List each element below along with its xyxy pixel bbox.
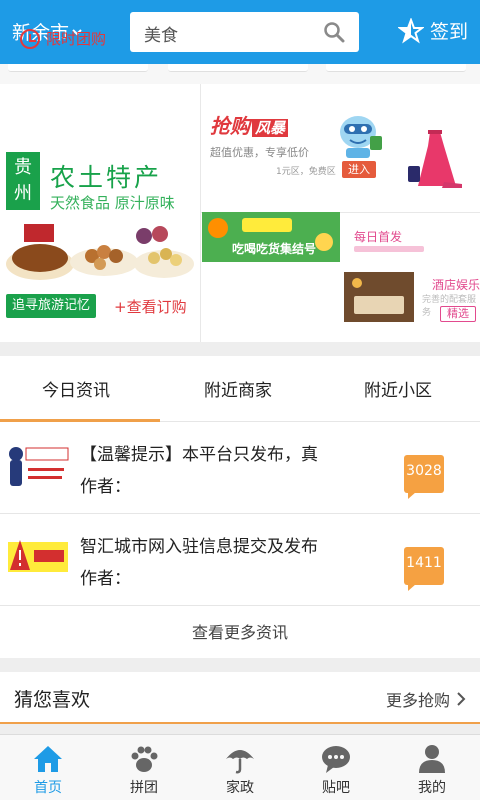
lamp-shape	[352, 278, 362, 288]
nav-label: 我的	[418, 780, 446, 796]
daily-first-label[interactable]: 每日首发	[354, 228, 402, 245]
rush-buy-zone: 1元区，免费区	[276, 167, 336, 177]
eat-gathering-text: 吃喝吃货集结号	[232, 242, 317, 256]
nav-home[interactable]: 首页	[0, 739, 96, 799]
news-row[interactable]: 【温馨提示】本平台只发布，真 作者： 3028	[0, 422, 480, 514]
rush-buy-subtitle: 超值优惠，专享低价	[210, 146, 309, 159]
rush-buy-title: 抢购 风暴	[210, 110, 289, 139]
tab-today-news[interactable]: 今日资讯	[42, 376, 110, 401]
nav-label: 家政	[226, 780, 254, 796]
daily-first-underline	[354, 246, 424, 252]
hotel-entertainment-label[interactable]: 酒店娱乐	[432, 276, 480, 293]
news-author: 作者：	[80, 477, 131, 497]
hotel-room-image[interactable]	[344, 272, 414, 322]
home-icon	[34, 746, 62, 772]
rush-buy-banner[interactable]: 抢购 风暴	[210, 110, 289, 139]
divider	[200, 84, 201, 342]
strip-tab	[8, 64, 148, 72]
paw-icon	[131, 746, 158, 772]
rush-enter-button[interactable]: 进入	[342, 161, 376, 178]
strip-tab	[326, 64, 466, 72]
notice-thumbnail	[6, 530, 70, 590]
news-title: 【温馨提示】本平台只发布，真	[80, 445, 318, 465]
app-screen: 新余市 美食 签到 限时团购 贵州 农土特产 天然食品 原汁原味 追寻旅游记忆 …	[0, 0, 480, 800]
dress-product-image	[408, 130, 462, 188]
mascot-robot-image	[340, 116, 382, 158]
featured-button[interactable]: 精选	[440, 306, 476, 322]
nav-mine[interactable]: 我的	[384, 739, 480, 799]
rush-buy-label: 抢购	[210, 114, 250, 138]
guess-you-like-header: 猜您喜欢 更多抢购	[0, 672, 480, 724]
tab-nearby-merchants[interactable]: 附近商家	[204, 376, 272, 401]
nav-housekeeping[interactable]: 家政	[192, 739, 288, 799]
more-news-button[interactable]: 查看更多资讯	[0, 608, 480, 658]
tab-nearby-communities[interactable]: 附近小区	[364, 376, 432, 401]
chevron-right-icon	[457, 692, 466, 706]
warm-tip-thumbnail	[6, 438, 70, 498]
specialty-title: 农土特产	[50, 163, 163, 192]
news-author: 作者：	[80, 569, 131, 589]
news-section: 今日资讯 附近商家 附近小区 【温馨提示】本平台只发布，真 作者： 3028 智…	[0, 356, 480, 658]
eat-gathering-banner[interactable]: 吃喝吃货集结号	[202, 212, 340, 262]
person-icon	[419, 745, 445, 773]
strip-tab	[168, 64, 308, 72]
nav-label: 贴吧	[322, 780, 350, 796]
nav-label: 拼团	[130, 780, 158, 796]
view-count-badge: 3028	[404, 455, 444, 499]
nuts-food-image[interactable]	[4, 216, 196, 286]
star-checkin-icon	[397, 17, 424, 44]
bottom-nav: 首页 拼团 家政 贴吧 我的	[0, 734, 480, 800]
search-icon[interactable]	[323, 21, 345, 43]
news-row[interactable]: 智汇城市网入驻信息提交及发布 作者： 1411	[0, 514, 480, 606]
flash-sale-banner[interactable]: 限时团购	[20, 28, 106, 49]
nav-label: 首页	[34, 780, 62, 796]
umbrella-icon	[226, 750, 254, 774]
more-rush-link[interactable]: 更多抢购	[386, 687, 466, 711]
category-strip	[0, 64, 480, 84]
bed-shape	[354, 296, 404, 314]
signin-label: 签到	[429, 21, 468, 43]
news-tabs: 今日资讯 附近商家 附近小区	[0, 356, 480, 422]
view-count-badge: 1411	[404, 547, 444, 591]
signin-button[interactable]: 签到	[397, 17, 468, 44]
rush-storm-label: 风暴	[252, 119, 289, 137]
search-box[interactable]: 美食	[130, 12, 359, 52]
nav-forum[interactable]: 贴吧	[288, 739, 384, 799]
guizhou-badge: 贵州	[6, 152, 40, 210]
travel-memory-tag: 追寻旅游记忆	[6, 294, 97, 318]
chat-icon	[322, 746, 350, 773]
news-title: 智汇城市网入驻信息提交及发布	[80, 537, 318, 557]
specialty-slogan: 天然食品 原汁原味	[50, 194, 175, 212]
flash-sale-label: 限时团购	[46, 30, 107, 48]
clock-icon	[20, 28, 40, 49]
search-input[interactable]: 美食	[144, 21, 178, 46]
more-rush-label: 更多抢购	[385, 691, 450, 710]
view-order-link[interactable]: +查看订购	[114, 296, 187, 317]
guess-title: 猜您喜欢	[14, 689, 91, 711]
nav-group-buy[interactable]: 拼团	[96, 739, 192, 799]
